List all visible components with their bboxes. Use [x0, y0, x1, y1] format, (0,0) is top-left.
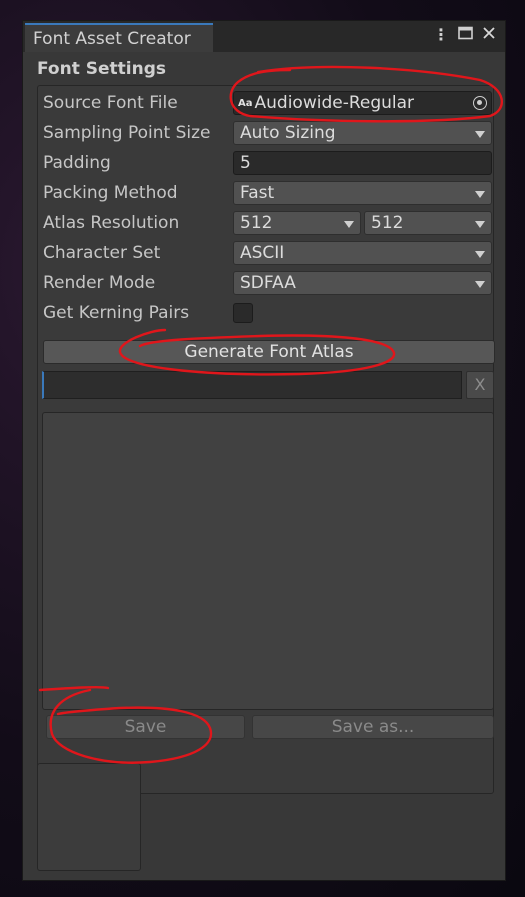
packing-method-dropdown[interactable]: Fast	[233, 181, 492, 205]
sampling-point-size-row: Sampling Point Size Auto Sizing	[43, 121, 493, 147]
source-font-file-label: Source Font File	[43, 93, 178, 113]
sampling-point-size-dropdown[interactable]: Auto Sizing	[233, 121, 492, 145]
get-kerning-pairs-row: Get Kerning Pairs	[43, 301, 493, 327]
close-icon[interactable]	[482, 26, 496, 44]
save-button[interactable]: Save	[46, 715, 245, 739]
packing-method-label: Packing Method	[43, 183, 178, 203]
atlas-height-value: 512	[371, 213, 404, 233]
atlas-resolution-row: Atlas Resolution 512 512	[43, 211, 493, 237]
chevron-down-icon	[475, 251, 485, 258]
padding-row: Padding 5	[43, 151, 493, 177]
padding-input[interactable]: 5	[233, 151, 492, 175]
chevron-down-icon	[344, 221, 354, 228]
render-mode-dropdown[interactable]: SDFAA	[233, 271, 492, 295]
chevron-down-icon	[475, 281, 485, 288]
character-set-dropdown[interactable]: ASCII	[233, 241, 492, 265]
object-picker-icon[interactable]	[473, 96, 487, 110]
source-font-file-value: Audiowide-Regular	[254, 93, 415, 113]
source-font-file-row: Source Font File Aa Audiowide-Regular	[43, 91, 493, 117]
chevron-down-icon	[475, 221, 485, 228]
tab-font-asset-creator[interactable]: Font Asset Creator	[25, 23, 213, 52]
atlas-height-dropdown[interactable]: 512	[364, 211, 492, 235]
settings-box: Source Font File Aa Audiowide-Regular Sam…	[37, 85, 495, 794]
character-set-label: Character Set	[43, 243, 161, 263]
packing-method-value: Fast	[240, 183, 275, 203]
font-asset-creator-window: Font Asset Creator ⋮ Font Settings Sourc…	[22, 20, 506, 881]
kebab-menu-icon[interactable]: ⋮	[433, 26, 449, 44]
output-feedback-area	[42, 412, 494, 710]
get-kerning-pairs-checkbox[interactable]	[233, 303, 253, 323]
tab-bar: Font Asset Creator ⋮	[23, 21, 505, 52]
packing-method-row: Packing Method Fast	[43, 181, 493, 207]
atlas-width-dropdown[interactable]: 512	[233, 211, 361, 235]
atlas-preview-thumbnail	[37, 763, 141, 871]
sampling-point-size-label: Sampling Point Size	[43, 123, 211, 143]
source-font-file-field[interactable]: Aa Audiowide-Regular	[233, 91, 492, 115]
get-kerning-pairs-label: Get Kerning Pairs	[43, 303, 190, 323]
chevron-down-icon	[475, 131, 485, 138]
font-settings-panel: Font Settings Source Font File Aa Audiowi…	[37, 58, 495, 794]
maximize-icon[interactable]	[458, 26, 473, 44]
atlas-resolution-label: Atlas Resolution	[43, 213, 180, 233]
font-asset-icon: Aa	[238, 98, 253, 109]
save-as-button[interactable]: Save as...	[252, 715, 494, 739]
chevron-down-icon	[475, 191, 485, 198]
render-mode-value: SDFAA	[240, 273, 296, 293]
render-mode-row: Render Mode SDFAA	[43, 271, 493, 297]
character-set-value: ASCII	[240, 243, 285, 263]
section-title: Font Settings	[37, 59, 166, 79]
atlas-width-value: 512	[240, 213, 273, 233]
generate-font-atlas-button[interactable]: Generate Font Atlas	[43, 340, 495, 364]
cancel-generation-button[interactable]: X	[466, 371, 494, 399]
progress-bar	[42, 371, 462, 399]
render-mode-label: Render Mode	[43, 273, 156, 293]
character-set-row: Character Set ASCII	[43, 241, 493, 267]
sampling-point-size-value: Auto Sizing	[240, 123, 336, 143]
padding-label: Padding	[43, 153, 111, 173]
